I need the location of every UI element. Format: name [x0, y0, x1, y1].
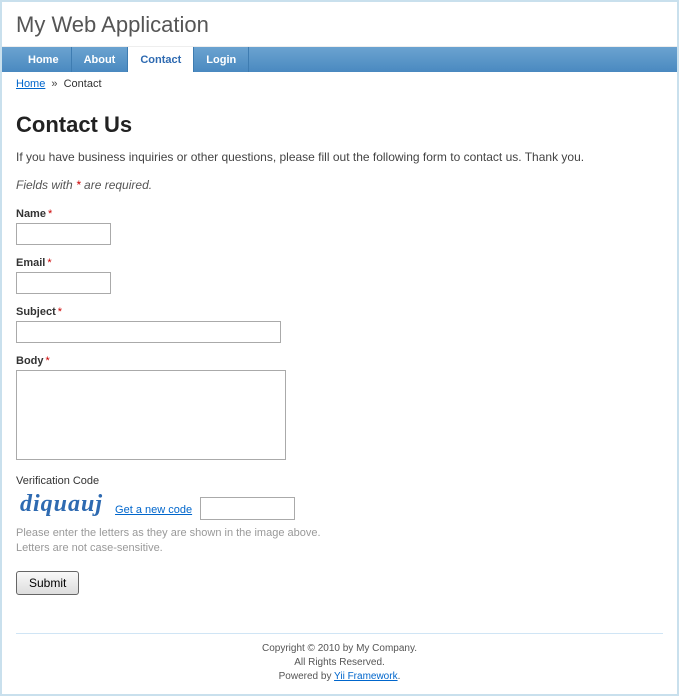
submit-button[interactable]: Submit	[16, 571, 79, 595]
body-row: Body*	[16, 355, 663, 463]
required-note: Fields with * are required.	[16, 178, 663, 192]
breadcrumb-sep: »	[51, 78, 57, 90]
breadcrumb-home[interactable]: Home	[16, 78, 45, 90]
verify-input[interactable]	[200, 497, 295, 520]
content: Contact Us If you have business inquirie…	[2, 96, 677, 615]
page-container: My Web Application Home About Contact Lo…	[0, 0, 679, 696]
breadcrumb: Home » Contact	[2, 72, 677, 96]
intro-text: If you have business inquiries or other …	[16, 150, 663, 164]
footer-rights: All Rights Reserved.	[16, 656, 663, 670]
get-new-code-link[interactable]: Get a new code	[115, 504, 192, 516]
name-input[interactable]	[16, 223, 111, 245]
app-title: My Web Application	[16, 12, 663, 38]
body-label: Body*	[16, 355, 663, 367]
subject-label: Subject*	[16, 306, 663, 318]
subject-row: Subject*	[16, 306, 663, 343]
nav-about[interactable]: About	[72, 47, 129, 72]
captcha-image: diquauj	[16, 491, 107, 520]
footer: Copyright © 2010 by My Company. All Righ…	[16, 633, 663, 684]
email-label: Email*	[16, 257, 663, 269]
footer-powered: Powered by Yii Framework.	[16, 670, 663, 684]
verify-row: Verification Code diquauj Get a new code…	[16, 475, 663, 557]
main-menu: Home About Contact Login	[2, 47, 677, 72]
nav-login[interactable]: Login	[194, 47, 249, 72]
captcha-box: diquauj Get a new code	[16, 491, 663, 520]
nav-contact[interactable]: Contact	[128, 47, 194, 72]
verify-label: Verification Code	[16, 475, 663, 487]
subject-input[interactable]	[16, 321, 281, 343]
email-row: Email*	[16, 257, 663, 294]
footer-copyright: Copyright © 2010 by My Company.	[16, 642, 663, 656]
header: My Web Application	[2, 2, 677, 47]
yii-link[interactable]: Yii Framework	[334, 671, 398, 682]
email-input[interactable]	[16, 272, 111, 294]
nav-home[interactable]: Home	[16, 47, 72, 72]
body-textarea[interactable]	[16, 370, 286, 460]
name-row: Name*	[16, 208, 663, 245]
page-heading: Contact Us	[16, 112, 663, 138]
name-label: Name*	[16, 208, 663, 220]
verify-hint: Please enter the letters as they are sho…	[16, 526, 663, 557]
breadcrumb-current: Contact	[64, 78, 102, 90]
